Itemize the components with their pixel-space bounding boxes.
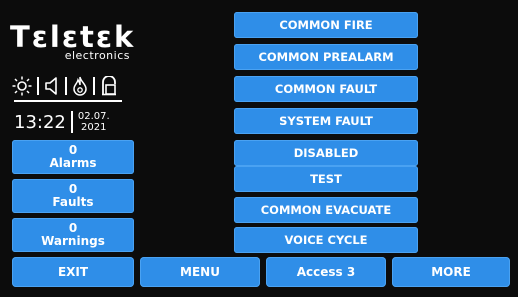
clock-divider	[70, 111, 73, 133]
voice-cycle-button[interactable]: VOICE CYCLE	[234, 227, 418, 253]
door-lock-icon	[100, 76, 118, 96]
alarms-button[interactable]: 0 Alarms	[12, 140, 134, 174]
sun-icon	[12, 76, 32, 96]
common-prealarm-button[interactable]: COMMON PREALARM	[234, 44, 418, 70]
faults-button[interactable]: 0 Faults	[12, 179, 134, 213]
clock-time: 13:22	[14, 111, 66, 133]
alarms-label: Alarms	[49, 156, 97, 170]
status-underline	[14, 100, 122, 102]
status-icons-row	[12, 74, 132, 98]
clock-date-day: 02.07.	[77, 111, 110, 122]
icon-divider	[65, 77, 67, 95]
warnings-label: Warnings	[41, 234, 105, 248]
disabled-button[interactable]: DISABLED	[234, 140, 418, 166]
common-fault-button[interactable]: COMMON FAULT	[234, 76, 418, 102]
speaker-icon	[44, 77, 60, 95]
clock: 13:22 02.07. 2021	[14, 108, 134, 136]
clock-date: 02.07. 2021	[78, 111, 110, 133]
brand-logo: Tεlεtεk electronics	[10, 22, 138, 62]
icon-divider	[37, 77, 39, 95]
access-level-button[interactable]: Access 3	[266, 257, 386, 287]
menu-button[interactable]: MENU	[140, 257, 260, 287]
panel-screen: Tεlεtεk electronics 13:22 02.07. 2021 0 …	[0, 0, 518, 297]
more-button[interactable]: MORE	[392, 257, 510, 287]
common-fire-button[interactable]: COMMON FIRE	[234, 12, 418, 38]
icon-divider	[93, 77, 95, 95]
clock-date-year: 2021	[81, 122, 107, 133]
faults-label: Faults	[52, 195, 94, 209]
common-evacuate-button[interactable]: COMMON EVACUATE	[234, 197, 418, 223]
flame-icon	[72, 76, 88, 96]
warnings-button[interactable]: 0 Warnings	[12, 218, 134, 252]
system-fault-button[interactable]: SYSTEM FAULT	[234, 108, 418, 134]
exit-button[interactable]: EXIT	[12, 257, 134, 287]
test-button[interactable]: TEST	[234, 166, 418, 192]
brand-name: Tεlεtεk	[10, 20, 136, 54]
